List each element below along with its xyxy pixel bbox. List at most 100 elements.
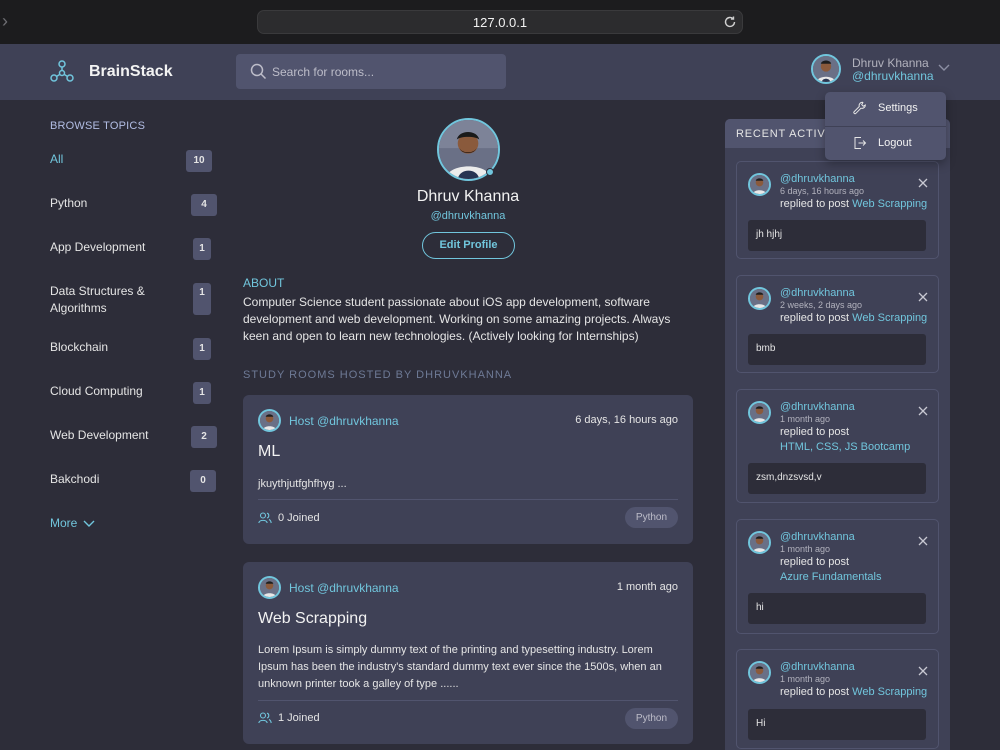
topic-count-badge: 1	[193, 338, 211, 360]
activity-text: replied to post Web Scrapping	[780, 685, 927, 700]
user-name[interactable]: Dhruv Khanna	[852, 56, 929, 70]
activity-time: 1 month ago	[780, 544, 831, 554]
more-topics-link[interactable]: More	[50, 516, 77, 530]
activity-text: replied to post Web Scrapping	[780, 197, 927, 212]
activity-action: replied to post	[780, 312, 850, 324]
activity-action: replied to post	[780, 556, 850, 568]
activity-user-link[interactable]: @dhruvkhanna	[780, 401, 855, 413]
room-card[interactable]: Host @dhruvkhanna 6 days, 16 hours ago M…	[243, 395, 693, 544]
settings-menu-item[interactable]: Settings	[825, 92, 946, 126]
activity-message: hi	[748, 593, 926, 624]
topic-app-development[interactable]: App Development	[50, 239, 145, 256]
topic-count-badge: 1	[193, 382, 211, 404]
online-status-dot	[486, 168, 494, 176]
room-topic-tag[interactable]: Python	[625, 708, 678, 729]
topic-count-badge: 4	[191, 194, 217, 216]
activity-text: replied to post Web Scrapping	[780, 311, 927, 326]
edit-profile-button[interactable]: Edit Profile	[422, 232, 515, 259]
activity-user-link[interactable]: @dhruvkhanna	[780, 531, 855, 543]
activity-message: jh hjhj	[748, 220, 926, 251]
activity-avatar[interactable]	[748, 173, 771, 196]
browse-topics-heading: BROWSE TOPICS	[50, 120, 146, 132]
activity-action: replied to post	[780, 686, 850, 698]
room-card[interactable]: Host @dhruvkhanna 1 month ago Web Scrapp…	[243, 562, 693, 744]
activity-card: @dhruvkhanna 2 weeks, 2 days ago replied…	[736, 275, 939, 373]
activity-avatar[interactable]	[748, 287, 771, 310]
room-host-link[interactable]: Host @dhruvkhanna	[289, 414, 399, 428]
room-joined-count: 0 Joined	[278, 512, 320, 524]
activity-time: 6 days, 16 hours ago	[780, 186, 865, 196]
activity-user-link[interactable]: @dhruvkhanna	[780, 287, 855, 299]
search-input[interactable]	[272, 54, 497, 89]
room-joined-count: 1 Joined	[278, 712, 320, 724]
brainstack-logo-icon[interactable]	[49, 60, 75, 84]
recent-activities-panel: RECENT ACTIVITIES @dhruvkhanna 6 days, 1…	[725, 119, 950, 750]
activity-time: 2 weeks, 2 days ago	[780, 300, 863, 310]
room-topic-tag[interactable]: Python	[625, 507, 678, 528]
activity-user-link[interactable]: @dhruvkhanna	[780, 661, 855, 673]
activity-card: @dhruvkhanna 6 days, 16 hours ago replie…	[736, 161, 939, 259]
close-icon[interactable]	[918, 178, 928, 188]
activity-user-link[interactable]: @dhruvkhanna	[780, 173, 855, 185]
activity-post-link[interactable]: HTML, CSS, JS Bootcamp	[780, 440, 910, 455]
reload-icon[interactable]	[722, 14, 738, 30]
activity-message: bmb	[748, 334, 926, 365]
activity-message-text: bmb	[756, 343, 776, 354]
activity-post-link[interactable]: Web Scrapping	[852, 686, 927, 698]
avatar-image	[813, 56, 839, 82]
user-dropdown-menu: Settings Logout	[825, 92, 946, 160]
topic-web-development[interactable]: Web Development	[50, 427, 149, 444]
host-avatar[interactable]	[258, 576, 281, 599]
activity-action: replied to post	[780, 426, 850, 438]
address-bar[interactable]: 127.0.0.1	[257, 10, 743, 34]
chevron-down-icon[interactable]	[83, 518, 95, 528]
profile-handle: @dhruvkhanna	[430, 210, 506, 222]
topic-all[interactable]: All	[50, 151, 63, 168]
brand-name[interactable]: BrainStack	[89, 63, 173, 81]
activity-message-text: hi	[756, 602, 764, 613]
room-title[interactable]: Web Scrapping	[258, 610, 367, 628]
topic-data-structures[interactable]: Data Structures & Algorithms	[50, 283, 170, 317]
back-chevron-icon[interactable]: ›	[2, 11, 8, 32]
settings-label: Settings	[878, 102, 918, 114]
close-icon[interactable]	[918, 406, 928, 416]
browser-toolbar: › 127.0.0.1	[0, 0, 1000, 44]
topic-count-badge: 1	[193, 283, 211, 315]
search-bar	[236, 54, 506, 89]
topic-python[interactable]: Python	[50, 195, 87, 212]
topic-bakchodi[interactable]: Bakchodi	[50, 471, 99, 488]
activity-post-link[interactable]: Web Scrapping	[852, 198, 927, 210]
activity-post-link[interactable]: Azure Fundamentals	[780, 570, 882, 585]
topic-count-badge: 2	[191, 426, 217, 448]
room-title[interactable]: ML	[258, 443, 280, 461]
close-icon[interactable]	[918, 292, 928, 302]
close-icon[interactable]	[918, 536, 928, 546]
study-rooms-heading: STUDY ROOMS HOSTED BY DHRUVKHANNA	[243, 369, 513, 381]
activity-card: @dhruvkhanna 1 month ago replied to post…	[736, 649, 939, 749]
logout-icon	[854, 137, 867, 149]
activity-message-text: zsm,dnzsvsd,v	[756, 472, 822, 483]
url-text: 127.0.0.1	[472, 15, 528, 30]
chevron-down-icon[interactable]	[938, 62, 950, 72]
divider	[258, 499, 678, 500]
user-handle[interactable]: @dhruvkhanna	[852, 69, 934, 83]
room-host-link[interactable]: Host @dhruvkhanna	[289, 581, 399, 595]
topic-cloud-computing[interactable]: Cloud Computing	[50, 383, 143, 400]
topic-blockchain[interactable]: Blockchain	[50, 339, 108, 356]
activity-card: @dhruvkhanna 1 month ago replied to post…	[736, 519, 939, 634]
activity-avatar[interactable]	[748, 531, 771, 554]
activity-message: Hi	[748, 709, 926, 740]
user-avatar[interactable]	[811, 54, 841, 84]
logout-menu-item[interactable]: Logout	[825, 127, 946, 161]
activity-message-text: Hi	[756, 718, 766, 729]
host-avatar[interactable]	[258, 409, 281, 432]
activity-avatar[interactable]	[748, 661, 771, 684]
topic-count-badge: 10	[186, 150, 212, 172]
users-icon	[258, 512, 272, 524]
activity-post-link[interactable]: Web Scrapping	[852, 312, 927, 324]
activity-avatar[interactable]	[748, 401, 771, 424]
topic-count-badge: 1	[193, 238, 211, 260]
close-icon[interactable]	[918, 666, 928, 676]
activity-time: 1 month ago	[780, 674, 831, 684]
activity-message-text: jh hjhj	[756, 229, 783, 240]
